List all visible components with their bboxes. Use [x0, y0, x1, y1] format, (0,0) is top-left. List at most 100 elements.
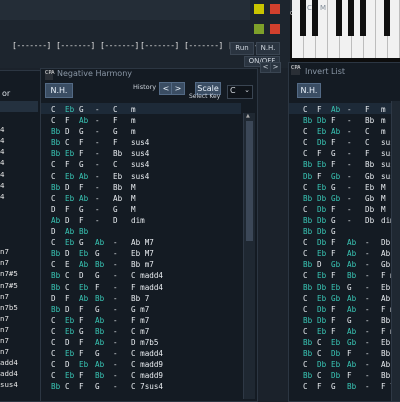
chord-row[interactable]: Bb C F - Fsus4	[51, 137, 241, 148]
yellow-indicator[interactable]	[254, 4, 264, 14]
left-row[interactable]	[0, 102, 38, 113]
chord-row[interactable]: BbDGbAb-Gb M	[303, 259, 399, 270]
chord-row[interactable]: C F G Bb - F 7	[303, 381, 399, 392]
chord-row[interactable]: C D F Ab - D m7b5	[51, 337, 241, 348]
left-row[interactable]: n7	[0, 346, 38, 357]
invert-chord-list[interactable]: CFAb-FmBbDbF-BbmCEbAb-CmCDbF-Csus4CFG-Fs…	[303, 104, 399, 392]
slot-2[interactable]: [-------]	[56, 41, 95, 51]
chord-row[interactable]: C D Eb Ab - C madd9	[51, 359, 241, 370]
left-row[interactable]: add4	[0, 368, 38, 379]
left-row[interactable]: 4	[0, 124, 38, 135]
chord-row[interactable]: Ab D F - Ddim	[51, 215, 241, 226]
black-key[interactable]	[300, 0, 306, 36]
chord-row[interactable]: C Eb G - Cm	[51, 104, 241, 115]
nh-button[interactable]: N.H.	[45, 83, 73, 98]
right-scrollbar[interactable]	[391, 101, 400, 401]
chord-row[interactable]: DFG-GM	[51, 204, 241, 215]
chord-row[interactable]: Bb Db Eb G - Eb	[303, 282, 399, 293]
chord-row[interactable]: D Ab Bb	[51, 226, 241, 237]
black-key[interactable]	[384, 0, 390, 36]
chord-row[interactable]: C Eb F Bb - C madd9	[51, 370, 241, 381]
chord-row[interactable]: C Eb G Ab - Ab M7	[51, 237, 241, 248]
chord-row[interactable]: Bb C F G - C 7sus4	[51, 381, 241, 392]
left-row[interactable]: n7	[0, 257, 38, 268]
left-row[interactable]	[0, 113, 38, 124]
scrollbar[interactable]: ▲	[243, 113, 255, 399]
chord-row[interactable]: Bb Db G	[303, 226, 399, 237]
left-row[interactable]: n7	[0, 324, 38, 335]
chord-row[interactable]: Bb Db G - Db dim	[303, 215, 399, 226]
chord-row[interactable]: Bb Db Gb - Gb M	[303, 193, 399, 204]
chord-row[interactable]: Bb D F - Bb M	[51, 182, 241, 193]
chord-row[interactable]: CFG-Fsus4	[303, 148, 399, 159]
red-indicator[interactable]	[270, 4, 280, 14]
chord-row[interactable]: C F Ab - Fm	[303, 104, 399, 115]
chord-row[interactable]: CDbF-Csus4	[303, 137, 399, 148]
black-key[interactable]	[336, 0, 342, 36]
left-row[interactable]: 4	[0, 146, 38, 157]
left-row[interactable]: n7b5	[0, 302, 38, 313]
left-list[interactable]: 4 4 4 4 4 4 4 n7 n7 n7#5 n7#5 n7 n7b5 n7 n7 n7 n7 add4 add…	[0, 102, 38, 390]
left-row[interactable]: add4	[0, 357, 38, 368]
chord-row[interactable]: BbCEbGb-Eb m	[303, 337, 399, 348]
chord-row[interactable]: BbDbFG-Bb m	[303, 315, 399, 326]
chord-row[interactable]: C Db Eb Ab - Ab	[303, 359, 399, 370]
chord-row[interactable]: Bb D F G - G m7	[51, 304, 241, 315]
chord-row[interactable]: D F Ab Bb - Bb 7	[51, 293, 241, 304]
black-key[interactable]	[312, 0, 318, 36]
chord-row[interactable]: C F G - Csus4	[51, 159, 241, 170]
chord-row[interactable]: C E Ab Bb - Bb m7	[51, 259, 241, 270]
scroll-thumb[interactable]	[246, 121, 253, 241]
chord-row[interactable]: Bb D G - Gm	[51, 126, 241, 137]
nav-next-button[interactable]: >	[270, 62, 281, 73]
left-row[interactable]: 4	[0, 169, 38, 180]
left-row[interactable]: n7#5	[0, 268, 38, 279]
scroll-up-icon[interactable]: ▲	[246, 113, 253, 119]
chord-list[interactable]: C Eb G - Cm C F Ab - Fm Bb D G - Gm Bb C F - Fsus4 Bb Eb F - Bb s…	[51, 104, 241, 392]
chord-row[interactable]: C Eb F Ab - F m	[303, 326, 399, 337]
chord-row[interactable]: C Eb Ab - Cm	[303, 126, 399, 137]
chord-row[interactable]: Bb Db F - Bb m	[303, 115, 399, 126]
left-row[interactable]	[0, 224, 38, 235]
chord-row[interactable]: BbCDbF-Bb m	[303, 348, 399, 359]
chord-row[interactable]: BbEbF-Bbsus4	[303, 159, 399, 170]
left-row[interactable]: n7#5	[0, 280, 38, 291]
key-select[interactable]: C ⌄	[227, 85, 253, 99]
chord-row[interactable]: Bb D Eb G - Eb M7	[51, 248, 241, 259]
run-button[interactable]: Run	[230, 42, 254, 55]
history-next-button[interactable]: >	[171, 82, 185, 95]
chord-row[interactable]: C F Ab - Fm	[51, 115, 241, 126]
nh-right-button[interactable]: N.H.	[297, 83, 321, 98]
left-row[interactable]: 4	[0, 157, 38, 168]
chord-row[interactable]: C Db F Ab - F m	[303, 304, 399, 315]
left-row[interactable]	[0, 213, 38, 224]
chord-row[interactable]: CDbFAb-Db M	[303, 237, 399, 248]
slot-5[interactable]: [-------]	[184, 41, 223, 51]
chord-row[interactable]: C Eb F Bb - F m	[303, 270, 399, 281]
left-row[interactable]: n7	[0, 313, 38, 324]
left-row[interactable]: sus4	[0, 379, 38, 390]
left-row[interactable]: n7	[0, 291, 38, 302]
green-indicator[interactable]	[254, 24, 264, 34]
left-row[interactable]: 4	[0, 180, 38, 191]
piano-keyboard[interactable]: CPA C M	[290, 0, 400, 62]
chord-row[interactable]: Bb C Eb F - F madd4	[51, 282, 241, 293]
chord-row[interactable]: C Eb Ab - Eb sus4	[51, 171, 241, 182]
black-key[interactable]	[360, 0, 366, 36]
nh-top-button[interactable]: N.H.	[256, 42, 280, 55]
slot-4[interactable]: [-------]	[140, 41, 179, 51]
chord-row[interactable]: C Eb F Ab - F m7	[51, 315, 241, 326]
left-row[interactable]	[0, 235, 38, 246]
chord-row[interactable]: Bb C Db F - Bb	[303, 370, 399, 381]
left-row[interactable]: n7	[0, 335, 38, 346]
black-key[interactable]	[348, 0, 354, 36]
left-row[interactable]: 4	[0, 191, 38, 202]
chord-row[interactable]: C Eb G Bb - C m7	[51, 326, 241, 337]
chord-row[interactable]: Bb C D G - C madd4	[51, 270, 241, 281]
left-row[interactable]: n7	[0, 246, 38, 257]
chord-row[interactable]: C Db F - Db M	[303, 204, 399, 215]
slot-3[interactable]: [-------]	[100, 41, 139, 51]
left-row[interactable]: 4	[0, 135, 38, 146]
chord-row[interactable]: C Eb Gb Ab - Ab	[303, 293, 399, 304]
chord-row[interactable]: C Eb Ab - Ab M	[51, 193, 241, 204]
